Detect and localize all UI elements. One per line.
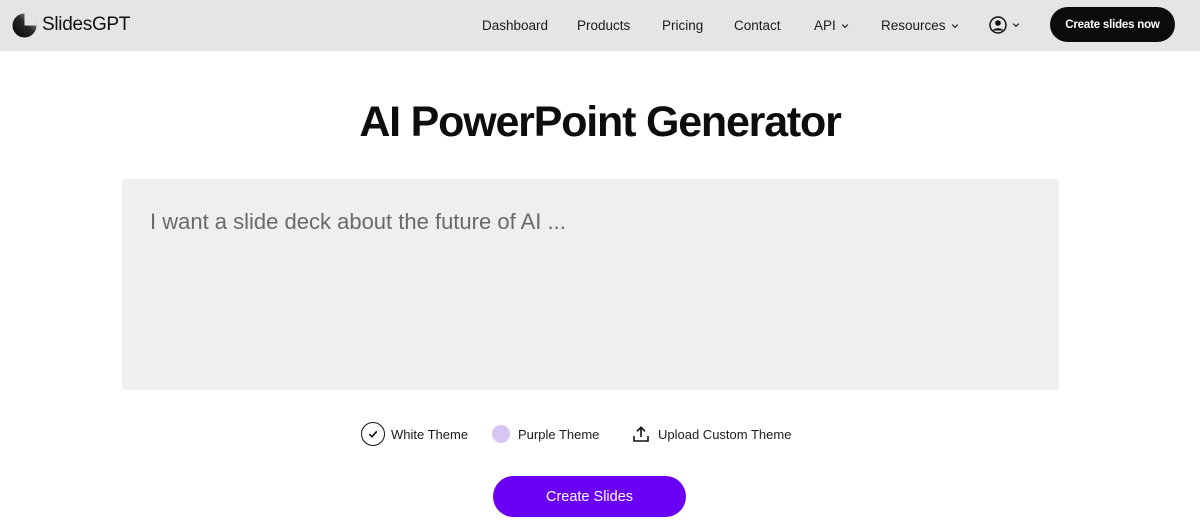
theme-option-purple-label: Purple Theme (518, 426, 600, 442)
upload-custom-theme-label: Upload Custom Theme (658, 426, 792, 442)
brand-logo[interactable]: SlidesGPT (12, 11, 130, 39)
check-circle-icon (361, 422, 385, 446)
theme-option-white-label: White Theme (391, 426, 469, 442)
theme-option-white[interactable]: White Theme (361, 421, 468, 447)
top-navbar: SlidesGPT Dashboard Products Pricing Con… (0, 0, 1200, 51)
upload-icon (633, 426, 649, 442)
theme-option-purple[interactable]: Purple Theme (492, 421, 599, 447)
chevron-down-icon (1012, 23, 1020, 28)
page-title: AI PowerPoint Generator (359, 98, 842, 146)
chevron-down-icon (841, 24, 848, 29)
nav-resources[interactable]: Resources (881, 0, 959, 51)
brand-logo-icon (12, 13, 37, 37)
purple-swatch-icon (492, 425, 510, 443)
nav-api[interactable]: API (814, 0, 849, 51)
user-circle-icon (989, 16, 1007, 34)
brand-name: SlidesGPT (42, 14, 131, 35)
nav-api-label: API (814, 18, 836, 33)
prompt-input[interactable] (122, 179, 1059, 390)
nav-products[interactable]: Products (577, 0, 630, 51)
nav-contact[interactable]: Contact (734, 0, 781, 51)
upload-custom-theme[interactable]: Upload Custom Theme (632, 421, 791, 447)
create-slides-now-button[interactable]: Create slides now (1050, 7, 1175, 42)
nav-pricing[interactable]: Pricing (662, 0, 703, 51)
nav-dashboard[interactable]: Dashboard (482, 0, 548, 51)
create-slides-button[interactable]: Create Slides (493, 476, 686, 517)
chevron-down-icon (951, 24, 958, 29)
account-menu[interactable] (989, 15, 1020, 35)
nav-resources-label: Resources (881, 18, 946, 33)
